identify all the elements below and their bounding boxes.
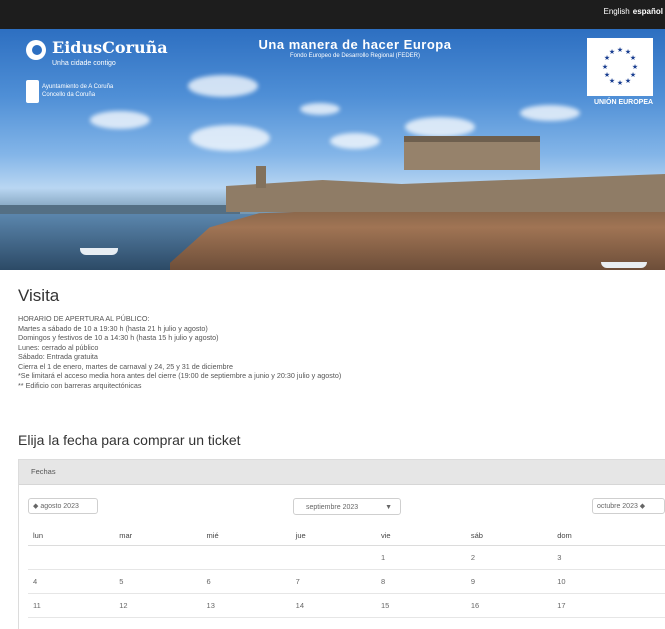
svg-text:★: ★ xyxy=(625,77,631,85)
calendar-day[interactable]: 11 xyxy=(28,593,115,618)
cloud-decoration xyxy=(300,103,340,115)
motto-title: Una manera de hacer Europa xyxy=(258,37,452,52)
svg-text:★: ★ xyxy=(617,79,623,87)
weekday-label: mar xyxy=(114,525,202,546)
weekday-label: sáb xyxy=(465,525,553,546)
eu-label: UNIÓN EUROPEA xyxy=(593,99,654,106)
info-line: Sábado: Entrada gratuita xyxy=(18,352,98,361)
cloud-decoration xyxy=(90,111,150,129)
calendar-day[interactable]: 12 xyxy=(114,593,202,618)
opening-hours-info: HORARIO DE APERTURA AL PÚBLICO: Martes a… xyxy=(18,314,341,390)
month-select[interactable]: septiembre 2023 ▼ xyxy=(293,498,401,515)
calendar-week-row: 11 12 13 14 15 16 17 xyxy=(28,593,665,618)
calendar-day[interactable]: 4 xyxy=(28,569,115,594)
weekday-label: vie xyxy=(375,525,466,546)
info-line: HORARIO DE APERTURA AL PÚBLICO: xyxy=(18,314,150,323)
cloud-decoration xyxy=(330,133,380,149)
svg-text:★: ★ xyxy=(609,48,615,56)
svg-text:★: ★ xyxy=(632,63,638,71)
section-title: Elija la fecha para comprar un ticket xyxy=(18,432,241,448)
calendar-day[interactable]: 5 xyxy=(114,569,202,594)
council-seal-icon xyxy=(26,80,39,103)
calendar-day[interactable]: 17 xyxy=(552,593,665,618)
council-line-2: Concello da Coruña xyxy=(42,92,96,98)
calendar-day xyxy=(290,545,376,570)
info-line: ** Edificio con barreras arquitectónicas xyxy=(18,380,142,390)
calendar-day[interactable]: 6 xyxy=(201,569,291,594)
chevron-down-icon: ▼ xyxy=(385,504,392,511)
weekday-label: dom xyxy=(552,525,665,546)
calendar-day[interactable]: 7 xyxy=(290,569,376,594)
calendar-day[interactable]: 1 xyxy=(375,545,466,570)
eu-stars-icon: ★ ★★ ★★★ ★★★ ★★★ xyxy=(602,46,638,87)
info-line: Lunes: cerrado al público xyxy=(18,342,99,352)
calendar-day[interactable]: 16 xyxy=(465,593,553,618)
header-banner: EidusCoruña Unha cidade contigo Ayuntami… xyxy=(0,29,665,270)
calendar-day[interactable]: 14 xyxy=(290,593,376,618)
info-line: Domingos y festivos de 10 a 14:30 h (has… xyxy=(18,333,219,342)
calendar-day[interactable]: 3 xyxy=(552,545,665,570)
logo-icon xyxy=(26,40,46,60)
cloud-decoration xyxy=(190,125,270,151)
calendar-day[interactable]: 8 xyxy=(375,569,466,594)
weekday-label: mié xyxy=(201,525,291,546)
council-line-1: Ayuntamiento de A Coruña xyxy=(42,84,114,90)
language-english-link[interactable]: English xyxy=(604,7,630,16)
info-line: Cierra el 1 de enero, martes de carnaval… xyxy=(18,361,233,371)
page-title: Visita xyxy=(18,286,60,305)
logo-title: EidusCoruña xyxy=(52,38,168,57)
svg-text:★: ★ xyxy=(630,54,636,62)
calendar-day[interactable]: 15 xyxy=(375,593,466,618)
calendar-grid: lun mar mié jue vie sáb dom 1 2 3 4 5 6 … xyxy=(28,525,665,618)
castle-tower xyxy=(256,166,266,188)
calendar-day xyxy=(114,545,202,570)
calendar-week-row: 4 5 6 7 8 9 10 xyxy=(28,569,665,594)
castle-roof xyxy=(404,136,540,142)
calendar-week-row: 1 2 3 xyxy=(28,545,665,570)
motto-subtitle: Fondo Europeo de Desarrollo Regional (FE… xyxy=(289,53,421,59)
info-line: *Se limitará el acceso media hora antes … xyxy=(18,371,342,380)
logo-subtitle: Unha cidade contigo xyxy=(52,60,116,67)
cloud-decoration xyxy=(188,75,258,97)
svg-text:★: ★ xyxy=(617,46,623,54)
calendar-day[interactable]: 2 xyxy=(465,545,553,570)
weekday-header-row: lun mar mié jue vie sáb dom xyxy=(28,525,665,546)
cloud-decoration xyxy=(405,117,475,137)
top-bar: English español xyxy=(0,0,665,29)
calendar-day xyxy=(201,545,291,570)
eu-flag: ★ ★ ★ ★ ★ ★ ★ ★ ★ ★ ★ ★ xyxy=(587,38,653,96)
castle-wall xyxy=(226,174,665,212)
panel-heading: Fechas xyxy=(19,460,665,485)
previous-month-button[interactable]: ◆ agosto 2023 xyxy=(28,498,98,514)
calendar-day xyxy=(28,545,115,570)
council-name: Ayuntamiento de A Coruña Concello da Cor… xyxy=(42,83,152,99)
weekday-label: lun xyxy=(28,525,115,546)
weekday-label: jue xyxy=(290,525,376,546)
feder-motto: Una manera de hacer Europa Fondo Europeo… xyxy=(205,37,505,59)
month-select-value: septiembre 2023 xyxy=(306,504,359,511)
cloud-decoration xyxy=(520,105,580,121)
boat xyxy=(80,248,118,255)
language-espanol-link[interactable]: español xyxy=(633,7,663,16)
next-month-button[interactable]: octubre 2023 ◆ xyxy=(592,498,665,514)
svg-text:★: ★ xyxy=(604,71,610,79)
boat xyxy=(601,262,647,268)
svg-text:★: ★ xyxy=(602,63,608,71)
calendar-day[interactable]: 10 xyxy=(552,569,665,594)
language-switcher: English español xyxy=(601,7,663,16)
calendar-day[interactable]: 13 xyxy=(201,593,291,618)
calendar-day[interactable]: 9 xyxy=(465,569,553,594)
info-line: Martes a sábado de 10 a 19:30 h (hasta 2… xyxy=(18,323,208,333)
